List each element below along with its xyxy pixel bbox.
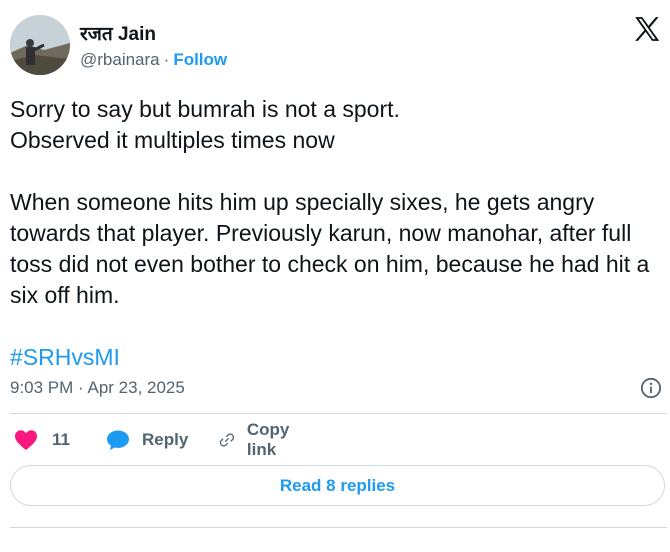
author-name[interactable]: रजत Jain	[80, 20, 156, 46]
x-logo-icon[interactable]	[632, 14, 662, 44]
author-handle[interactable]: @rbainara	[80, 50, 160, 69]
copy-link-button[interactable]: Copy link	[219, 420, 298, 459]
bottom-divider	[10, 527, 667, 528]
timestamp[interactable]: 9:03 PM · Apr 23, 2025	[10, 378, 185, 398]
handle-row: @rbainara · Follow	[80, 50, 227, 70]
tweet-text: Sorry to say but bumrah is not a sport. …	[10, 94, 660, 373]
text-paragraph: When someone hits him up specially sixes…	[10, 189, 650, 308]
like-count: 11	[52, 430, 70, 449]
separator-dot: ·	[163, 50, 170, 69]
copy-link-label: Copy link	[246, 420, 290, 459]
info-icon[interactable]	[640, 377, 662, 399]
read-replies-button[interactable]: Read 8 replies	[10, 465, 665, 506]
text-line-2: Observed it multiples times now	[10, 127, 335, 153]
follow-button[interactable]: Follow	[173, 50, 227, 69]
reply-bubble-icon	[107, 430, 129, 450]
reply-label: Reply	[142, 430, 189, 449]
text-line-1: Sorry to say but bumrah is not a sport.	[10, 96, 400, 122]
like-button[interactable]: 11	[14, 424, 70, 456]
link-icon	[219, 433, 235, 447]
tweet-card: रजत Jain @rbainara · Follow Sorry to say b…	[0, 0, 670, 552]
heart-icon	[15, 430, 37, 450]
divider	[10, 413, 667, 414]
avatar[interactable]	[10, 15, 70, 75]
avatar-photo	[10, 15, 70, 75]
hashtag-link[interactable]: #SRHvsMI	[10, 344, 120, 370]
reply-button[interactable]: Reply	[106, 424, 188, 456]
